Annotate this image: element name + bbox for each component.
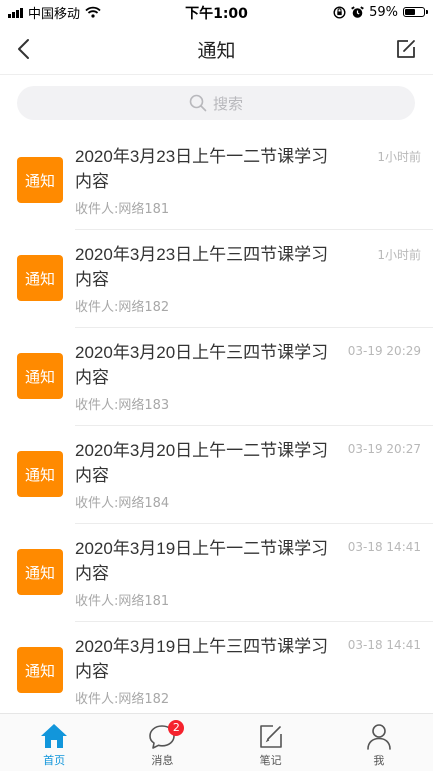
notice-recipient: 收件人:网络182: [75, 300, 170, 315]
notice-list: 通知 2020年3月23日上午一二节课学习内容 1小时前 收件人:网络181 通…: [0, 132, 433, 720]
notice-recipient: 收件人:网络181: [75, 202, 170, 217]
notice-item[interactable]: 通知 2020年3月19日上午三四节课学习内容 03-18 14:41 收件人:…: [0, 622, 433, 720]
notice-badge: 通知: [17, 255, 63, 301]
tab-notes[interactable]: 笔记: [217, 714, 325, 771]
notice-title: 2020年3月19日上午一二节课学习内容: [75, 539, 329, 583]
alarm-icon: [351, 5, 364, 18]
notice-title: 2020年3月23日上午三四节课学习内容: [75, 245, 329, 289]
tab-home-label: 首页: [43, 754, 66, 767]
notice-item[interactable]: 通知 2020年3月20日上午一二节课学习内容 03-19 20:27 收件人:…: [0, 426, 433, 524]
notice-title: 2020年3月23日上午一二节课学习内容: [75, 147, 329, 191]
nav-bar: 通知: [0, 24, 433, 75]
notice-title: 2020年3月20日上午一二节课学习内容: [75, 441, 329, 485]
tab-messages[interactable]: 2 消息: [108, 714, 216, 771]
tab-bar: 首页 2 消息 笔记 我: [0, 713, 433, 771]
tab-messages-label: 消息: [151, 754, 174, 767]
notice-time: 03-19 20:27: [347, 442, 421, 456]
notice-time: 03-18 14:41: [347, 638, 421, 652]
notice-recipient: 收件人:网络183: [75, 398, 170, 413]
notice-badge: 通知: [17, 353, 63, 399]
battery-percent: 59%: [369, 4, 398, 20]
notice-recipient: 收件人:网络184: [75, 496, 170, 511]
battery-icon: [403, 7, 428, 17]
search-placeholder: 搜索: [212, 94, 243, 113]
notice-time: 03-19 20:29: [347, 344, 421, 358]
compose-icon[interactable]: [391, 34, 421, 64]
tab-notes-label: 笔记: [259, 754, 282, 767]
search-input[interactable]: 搜索: [17, 86, 415, 120]
notice-item[interactable]: 通知 2020年3月19日上午一二节课学习内容 03-18 14:41 收件人:…: [0, 524, 433, 622]
tab-me[interactable]: 我: [325, 714, 433, 771]
tab-home[interactable]: 首页: [0, 714, 108, 771]
user-icon: [367, 724, 391, 750]
battery-fill: [405, 9, 415, 15]
home-icon: [41, 724, 68, 748]
notice-recipient: 收件人:网络182: [75, 692, 170, 707]
notice-time: 1小时前: [377, 248, 421, 262]
notice-time: 1小时前: [377, 150, 421, 164]
search-icon: [189, 94, 207, 112]
notice-badge: 通知: [17, 157, 63, 203]
note-edit-icon: [259, 725, 282, 748]
unread-count-badge: 2: [168, 720, 185, 736]
status-bar: 中国移动 下午1:00 59%: [0, 0, 433, 24]
notice-title: 2020年3月20日上午三四节课学习内容: [75, 343, 329, 387]
notice-badge: 通知: [17, 451, 63, 497]
notice-recipient: 收件人:网络181: [75, 594, 170, 609]
notice-item[interactable]: 通知 2020年3月20日上午三四节课学习内容 03-19 20:29 收件人:…: [0, 328, 433, 426]
tab-me-label: 我: [373, 754, 385, 767]
notice-time: 03-18 14:41: [347, 540, 421, 554]
rotation-lock-icon: [333, 5, 346, 19]
notice-title: 2020年3月19日上午三四节课学习内容: [75, 637, 329, 681]
notice-item[interactable]: 通知 2020年3月23日上午一二节课学习内容 1小时前 收件人:网络181: [0, 132, 433, 230]
notice-badge: 通知: [17, 549, 63, 595]
notice-badge: 通知: [17, 647, 63, 693]
notice-item[interactable]: 通知 2020年3月23日上午三四节课学习内容 1小时前 收件人:网络182: [0, 230, 433, 328]
page-title: 通知: [197, 40, 236, 62]
status-right: 59%: [333, 4, 428, 20]
